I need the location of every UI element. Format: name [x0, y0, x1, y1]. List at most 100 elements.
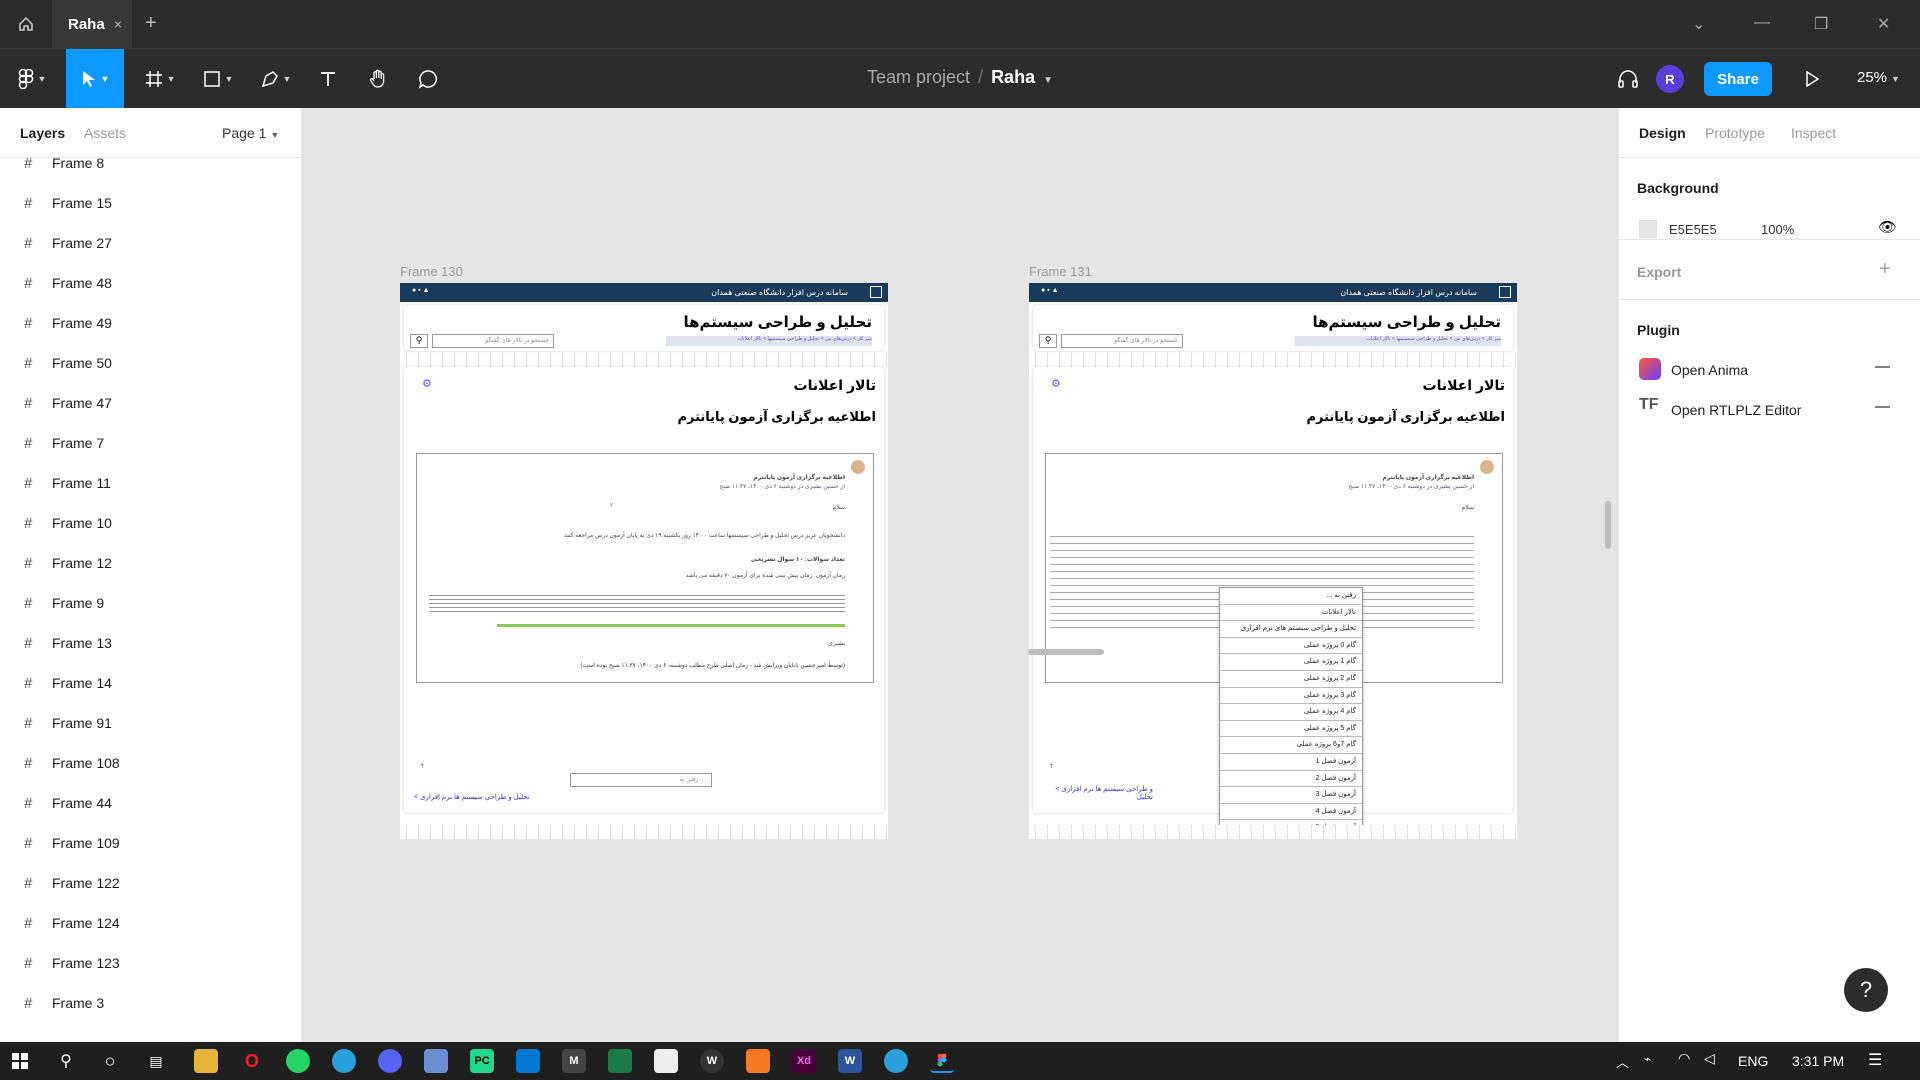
- search-icon[interactable]: ⚲: [1039, 334, 1057, 348]
- user-avatar[interactable]: R: [1656, 65, 1684, 93]
- matlab-icon[interactable]: M: [562, 1049, 586, 1073]
- dropdown-option[interactable]: تحلیل و طراحی سیستم های نرم افزاری: [1220, 621, 1362, 638]
- cortana-icon[interactable]: ○: [98, 1049, 122, 1073]
- volume-icon[interactable]: ◁: [1704, 1050, 1715, 1067]
- layer-item[interactable]: # Frame 9: [0, 583, 301, 623]
- wakatime-icon[interactable]: W: [700, 1049, 724, 1073]
- clock[interactable]: 3:31 PM: [1792, 1053, 1844, 1069]
- frame-label[interactable]: Frame 131: [1029, 264, 1092, 279]
- telegram-icon[interactable]: [884, 1049, 908, 1073]
- page-selector[interactable]: Page 1 ▼: [222, 125, 279, 141]
- frame-130[interactable]: سامانه درس افزار دانشگاه صنعتی همدان ● ▪…: [400, 283, 888, 839]
- xampp-icon[interactable]: [746, 1049, 770, 1073]
- network-icon[interactable]: ⌁: [1644, 1052, 1651, 1066]
- pycharm-icon[interactable]: PC: [470, 1049, 494, 1073]
- dropdown-option[interactable]: گام 0 پروژه عملی: [1220, 638, 1362, 655]
- remove-plugin-icon[interactable]: —: [1875, 398, 1890, 415]
- tab-layers[interactable]: Layers: [20, 125, 65, 141]
- wifi-icon[interactable]: ◠: [1678, 1050, 1690, 1067]
- layer-item[interactable]: # Frame 91: [0, 703, 301, 743]
- remove-plugin-icon[interactable]: —: [1875, 358, 1890, 375]
- dropdown-option[interactable]: آزمون فصل 2: [1220, 771, 1362, 788]
- restore-icon[interactable]: ❐: [1814, 14, 1828, 34]
- search-icon[interactable]: ⚲: [410, 334, 428, 348]
- tray-chevron-icon[interactable]: ︿: [1616, 1052, 1629, 1071]
- dropdown-option[interactable]: گام 1 پروژه عملی: [1220, 654, 1362, 671]
- layer-item[interactable]: # Frame 47: [0, 383, 301, 423]
- vertical-scrollbar[interactable]: [1605, 501, 1611, 549]
- share-button[interactable]: Share: [1704, 62, 1772, 96]
- notification-icon[interactable]: ☰: [1868, 1050, 1882, 1070]
- chevron-down-icon[interactable]: ⌄: [1692, 14, 1705, 34]
- layer-item[interactable]: # Frame 109: [0, 823, 301, 863]
- layer-item[interactable]: # Frame 27: [0, 223, 301, 263]
- discord-icon[interactable]: [378, 1049, 402, 1073]
- new-tab-button[interactable]: +: [145, 12, 157, 35]
- whatsapp-icon[interactable]: [286, 1049, 310, 1073]
- layer-item[interactable]: # Frame 13: [0, 623, 301, 663]
- tab-inspect[interactable]: Inspect: [1791, 125, 1836, 141]
- layer-item[interactable]: # Frame 15: [0, 183, 301, 223]
- dropdown-option[interactable]: آزمون فصل 3: [1220, 787, 1362, 804]
- present-button[interactable]: [1794, 49, 1830, 109]
- layer-item[interactable]: # Frame 3: [0, 983, 301, 1023]
- design-canvas[interactable]: Frame 130 سامانه درس افزار دانشگاه صنعتی…: [302, 108, 1618, 1042]
- tab-assets[interactable]: Assets: [84, 125, 126, 141]
- file-name[interactable]: Raha: [991, 67, 1035, 87]
- frame-131[interactable]: سامانه درس افزار دانشگاه صنعتی همدان ● ▪…: [1029, 283, 1517, 839]
- layer-item[interactable]: # Frame 49: [0, 303, 301, 343]
- box-app-icon[interactable]: [424, 1049, 448, 1073]
- plugin-anima[interactable]: Open Anima: [1671, 362, 1748, 378]
- search-input[interactable]: جستجو در تالار های گفتگو: [1061, 334, 1183, 348]
- layer-item[interactable]: # Frame 7: [0, 423, 301, 463]
- arrow-up-icon[interactable]: ↑: [1049, 761, 1053, 770]
- layer-item[interactable]: # Frame 108: [0, 743, 301, 783]
- dropdown-option[interactable]: گام 7و6 پروژه عملی: [1220, 737, 1362, 754]
- settings-icon[interactable]: ⚙: [1051, 377, 1061, 390]
- opera-icon[interactable]: O: [240, 1049, 264, 1073]
- arrow-up-icon[interactable]: ↑: [420, 761, 424, 770]
- file-explorer-icon[interactable]: [194, 1049, 218, 1073]
- telegram-icon[interactable]: [332, 1049, 356, 1073]
- back-link[interactable]: و طراحی سیستم ها نرم افزاری > تحلیل: [1043, 785, 1153, 801]
- minimize-icon[interactable]: —: [1754, 14, 1770, 32]
- background-opacity[interactable]: 100%: [1761, 222, 1794, 237]
- layer-item[interactable]: # Frame 10: [0, 503, 301, 543]
- close-window-icon[interactable]: ✕: [1877, 14, 1890, 34]
- dropdown-option[interactable]: گام 3 پروژه عملی: [1220, 688, 1362, 705]
- layer-item[interactable]: # Frame 50: [0, 343, 301, 383]
- layer-item[interactable]: # Frame 14: [0, 663, 301, 703]
- file-tab[interactable]: Raha ×: [52, 0, 132, 48]
- layer-item[interactable]: # Frame 123: [0, 943, 301, 983]
- back-link[interactable]: تحلیل و طراحی سیستم ها نرم افزاری >: [414, 793, 530, 801]
- eye-icon[interactable]: 👁: [1878, 218, 1897, 236]
- settings-icon[interactable]: ⚙: [422, 377, 432, 390]
- windows-start-icon[interactable]: [8, 1049, 32, 1073]
- close-tab-icon[interactable]: ×: [114, 16, 122, 32]
- dropdown-option[interactable]: آزمون فصل 1: [1220, 754, 1362, 771]
- project-name[interactable]: Team project: [867, 67, 970, 87]
- zoom-menu[interactable]: 25% ▼: [1857, 69, 1900, 86]
- horizontal-scrollbar[interactable]: [1028, 649, 1104, 655]
- layer-item[interactable]: # Frame 11: [0, 463, 301, 503]
- dropdown-option[interactable]: گام 4 پروژه عملی: [1220, 704, 1362, 721]
- help-button[interactable]: ?: [1844, 968, 1888, 1012]
- layer-item[interactable]: # Frame 12: [0, 543, 301, 583]
- audio-button[interactable]: [1610, 49, 1646, 109]
- adobe-xd-icon[interactable]: Xd: [792, 1049, 816, 1073]
- dropdown-option[interactable]: گام 2 پروژه عملی: [1220, 671, 1362, 688]
- layer-item[interactable]: # Frame 44: [0, 783, 301, 823]
- jump-to-select[interactable]: رفتن به ...: [570, 773, 712, 787]
- word-icon[interactable]: W: [838, 1049, 862, 1073]
- figma-icon[interactable]: [930, 1049, 954, 1073]
- color-swatch[interactable]: [1639, 220, 1657, 238]
- home-icon[interactable]: [0, 0, 52, 48]
- file-menu-chevron-icon[interactable]: ▼: [1043, 75, 1053, 86]
- dropdown-option[interactable]: گام 5 پروژه عملی: [1220, 721, 1362, 738]
- background-hex[interactable]: E5E5E5: [1669, 222, 1717, 237]
- vscode-icon[interactable]: [516, 1049, 540, 1073]
- frame-label[interactable]: Frame 130: [400, 264, 463, 279]
- tab-design[interactable]: Design: [1639, 125, 1686, 141]
- plugin-rtlplz[interactable]: Open RTLPLZ Editor: [1671, 402, 1801, 418]
- search-input[interactable]: جستجو در تالار های گفتگو: [432, 334, 554, 348]
